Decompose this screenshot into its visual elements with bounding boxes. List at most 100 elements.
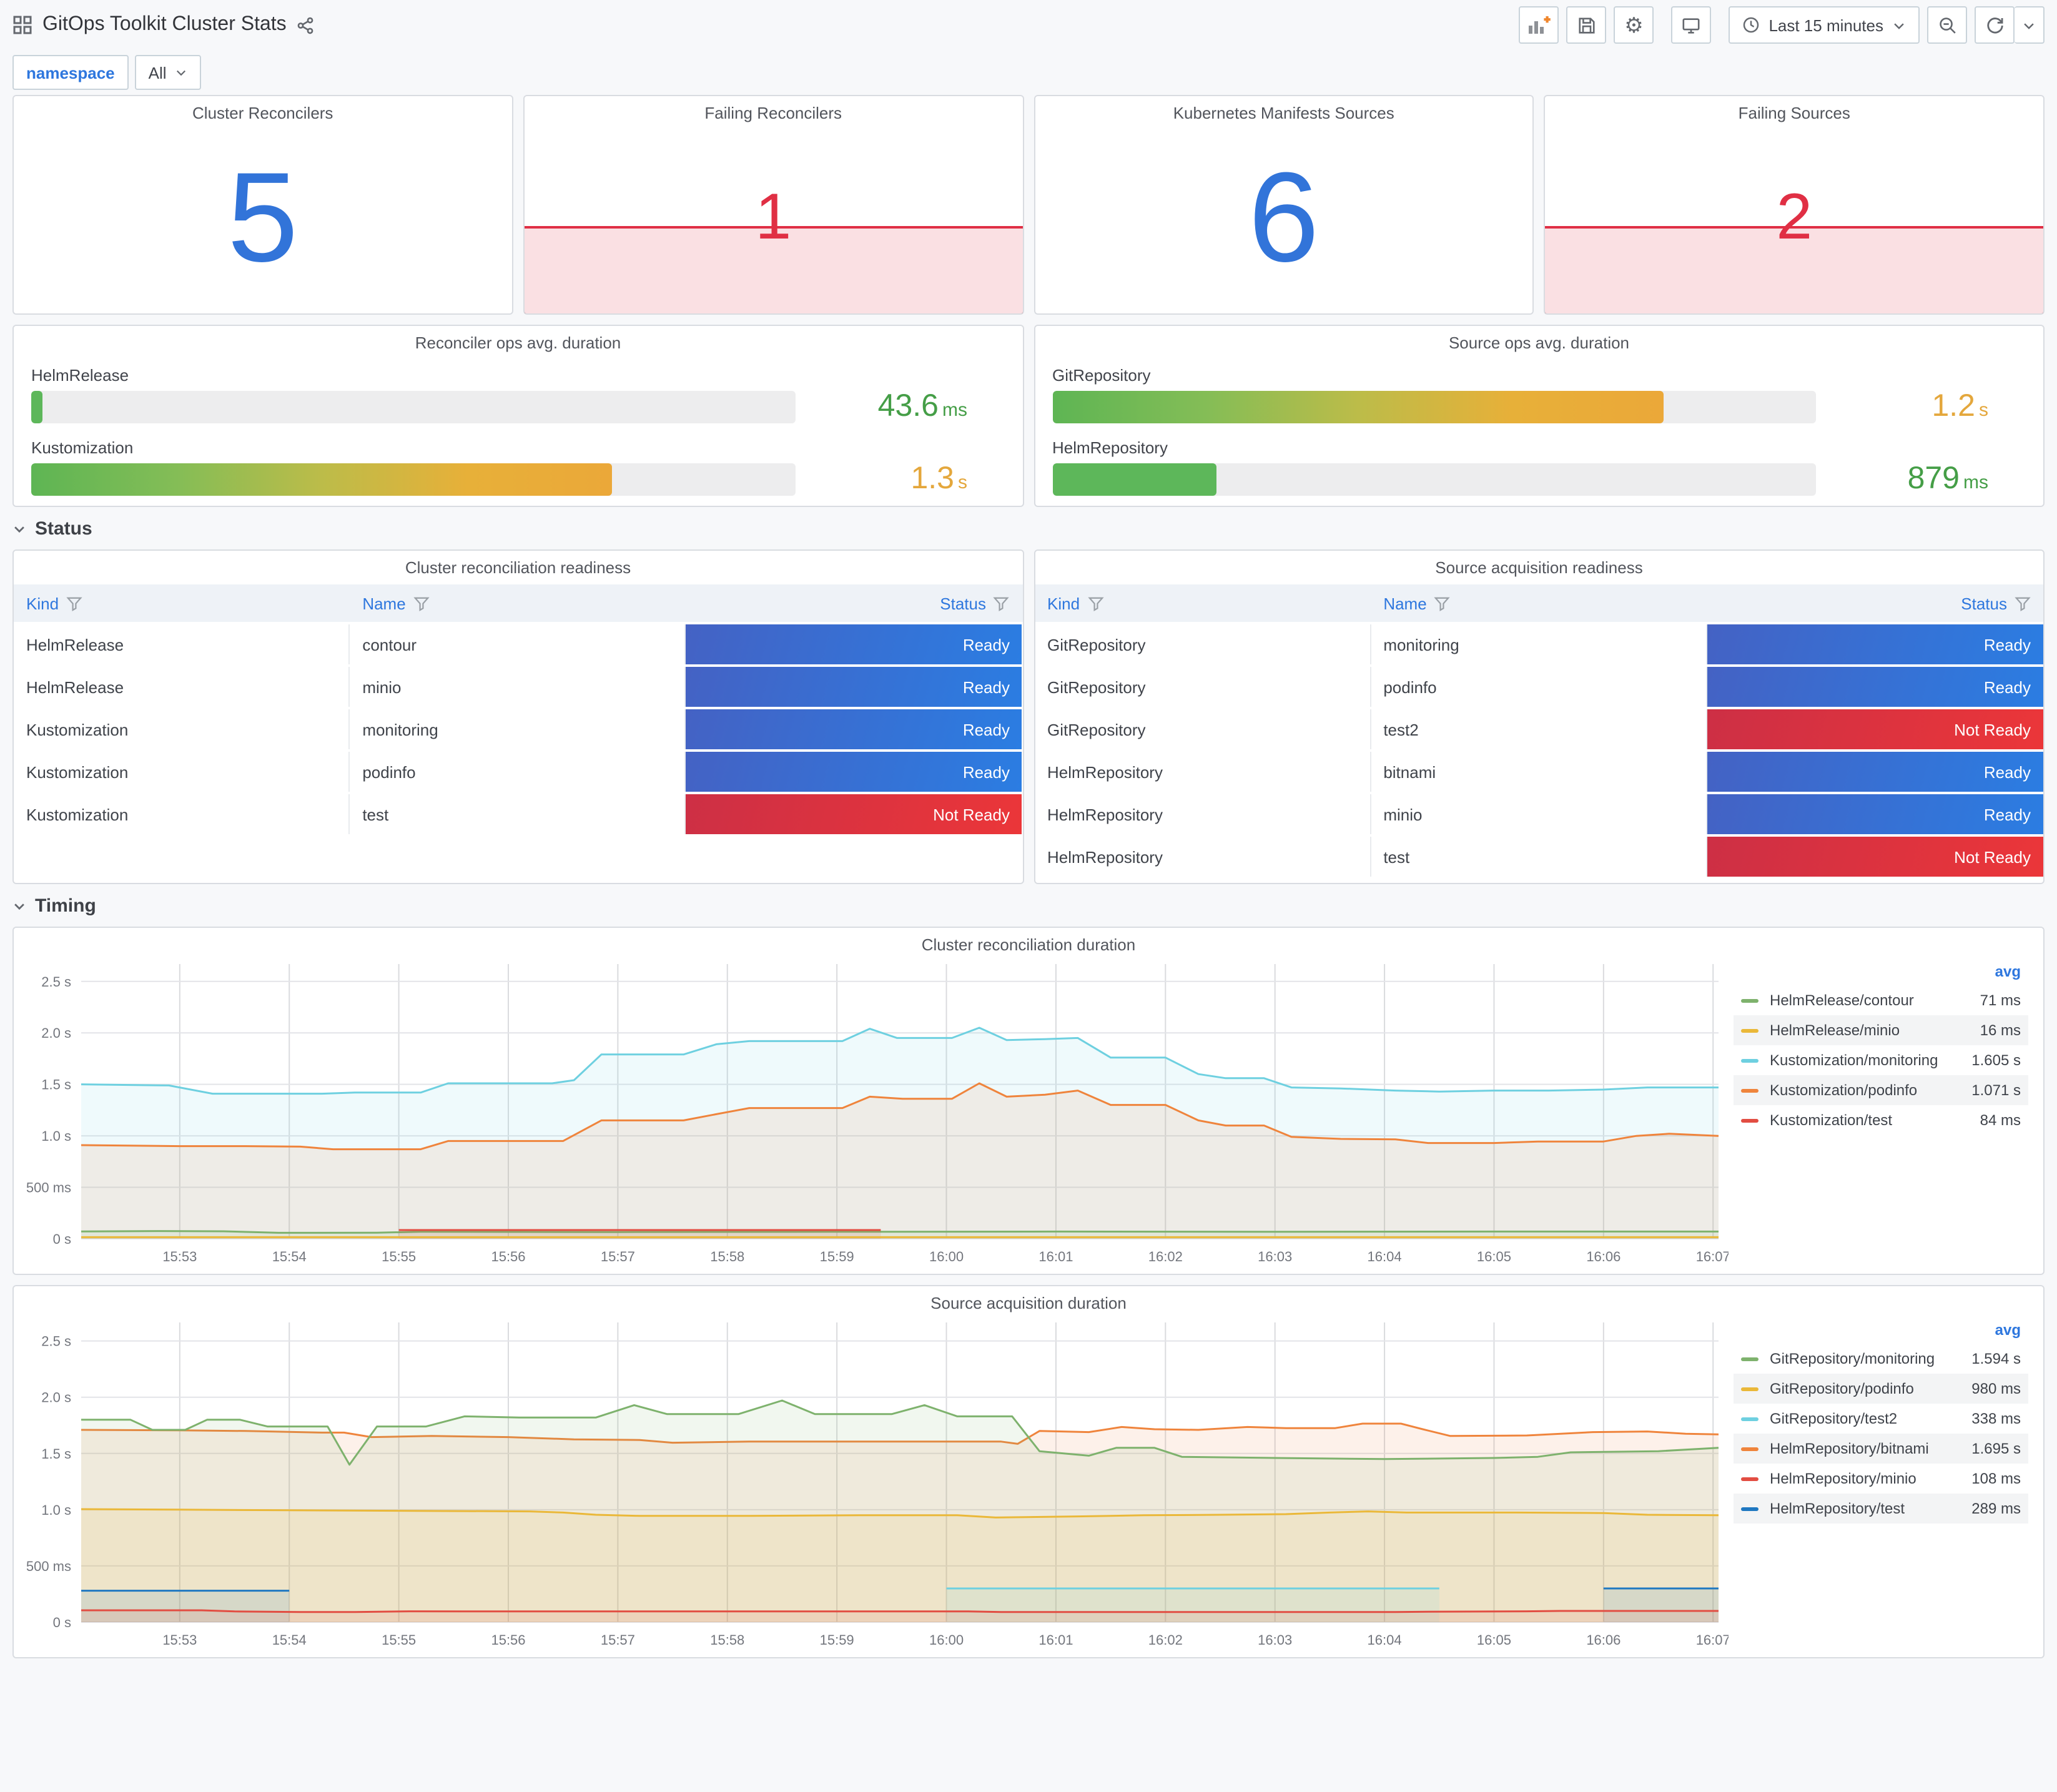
panel-title[interactable]: Source acquisition readiness [1035,551,2043,577]
legend-item[interactable]: GitRepository/monitoring 1.594 s [1734,1344,2028,1374]
legend-series-avg: 289 ms [1971,1500,2021,1517]
filter-funnel-icon[interactable] [2015,595,2031,611]
panel-reconciler-ops-avg-duration: Reconciler ops avg. duration HelmRelease… [12,325,1024,507]
legend-item[interactable]: HelmRepository/test 289 ms [1734,1494,2028,1524]
gauge-track [31,463,795,495]
time-series-plot[interactable]: 15:53 15:54 15:55 15:56 15:57 15:58 15:59 16:00… [19,957,1729,1269]
table-row: HelmRepository test Not Ready [1035,837,2043,877]
panel-title[interactable]: Kubernetes Manifests Sources [1035,96,1533,122]
gauge-rows: GitRepository 1.2 s HelmRepository 879 ms [1052,366,2026,497]
page-title[interactable]: GitOps Toolkit Cluster Stats [42,14,287,36]
dashboard-settings-button[interactable]: ⚙ [1614,6,1654,44]
apps-grid-icon[interactable] [12,15,32,35]
table-row: HelmRepository minio Ready [1035,794,2043,834]
zoom-out-button[interactable] [1927,6,1967,44]
gauge-value: 43.6 ms [877,388,967,423]
panel-title[interactable]: Source acquisition duration [14,1286,2043,1312]
section-timing[interactable]: Timing [12,884,2045,927]
panel-failing-sources: Failing Sources 2 [1544,95,2045,315]
legend-series-swatch [1741,1118,1759,1122]
stat-value: 2 [1776,181,1813,254]
legend-series-name[interactable]: GitRepository/monitoring [1770,1350,1971,1367]
svg-text:16:01: 16:01 [1038,1632,1073,1648]
svg-text:15:57: 15:57 [601,1249,635,1264]
filter-funnel-icon[interactable] [413,595,430,611]
filter-funnel-icon[interactable] [994,595,1010,611]
panel-cluster-reconciliation-readiness: Cluster reconciliation readiness Kind Nam… [12,549,1024,884]
chevron-down-icon [12,521,26,535]
add-panel-button[interactable] [1519,6,1559,44]
legend-series-avg: 1.695 s [1971,1440,2021,1457]
column-header-name[interactable]: Name [350,584,686,622]
panel-title[interactable]: Cluster reconciliation readiness [14,551,1022,577]
search-minus-icon [1938,16,1956,34]
cell-kind: GitRepository [1035,667,1371,707]
legend-item[interactable]: Kustomization/test 84 ms [1734,1105,2028,1135]
legend-series-name[interactable]: HelmRepository/minio [1770,1470,1971,1487]
cell-name: podinfo [350,752,686,792]
column-header-name[interactable]: Name [1371,584,1707,622]
refresh-button[interactable] [1975,6,2015,44]
legend-item[interactable]: GitRepository/test2 338 ms [1734,1404,2028,1434]
time-range-picker[interactable]: Last 15 minutes [1729,6,1920,44]
status-badge: Ready [686,667,1022,707]
svg-text:0 s: 0 s [53,1231,71,1247]
legend-series-name[interactable]: GitRepository/podinfo [1770,1380,1971,1397]
panel-title[interactable]: Cluster reconciliation duration [14,928,2043,954]
table-body: HelmRelease contour Ready HelmRelease minio R… [14,624,1022,834]
chart-canvas: 15:53 15:54 15:55 15:56 15:57 15:58 15:59 16:00… [26,1322,1729,1648]
legend-item[interactable]: HelmRepository/minio 108 ms [1734,1464,2028,1494]
panel-title[interactable]: Failing Sources [1546,96,2044,122]
legend-item[interactable]: HelmRelease/minio 16 ms [1734,1015,2028,1045]
legend-item[interactable]: HelmRelease/contour 71 ms [1734,985,2028,1015]
share-icon[interactable] [297,16,315,34]
column-header-status[interactable]: Status [686,584,1022,622]
panel-title[interactable]: Cluster Reconcilers [14,96,512,122]
stats-row: Cluster Reconcilers 5 Failing Reconciler… [12,95,2045,315]
clock-icon [1742,16,1760,34]
legend-series-name[interactable]: HelmRelease/contour [1770,992,1980,1009]
legend-item[interactable]: GitRepository/podinfo 980 ms [1734,1374,2028,1404]
legend-series-name[interactable]: HelmRepository/test [1770,1500,1971,1517]
tv-mode-button[interactable] [1671,6,1712,44]
time-series-plot[interactable]: 15:53 15:54 15:55 15:56 15:57 15:58 15:59 16:00… [19,1315,1729,1652]
legend-series-name[interactable]: HelmRepository/bitnami [1770,1440,1971,1457]
variable-namespace-value[interactable]: All [134,55,202,90]
variable-namespace-label[interactable]: namespace [12,55,129,90]
filter-funnel-icon[interactable] [1434,595,1451,611]
legend-item[interactable]: Kustomization/monitoring 1.605 s [1734,1045,2028,1075]
svg-text:1.5 s: 1.5 s [41,1446,71,1462]
tables-row: Cluster reconciliation readiness Kind Nam… [12,549,2045,884]
save-dashboard-button[interactable] [1566,6,1607,44]
refresh-interval-dropdown[interactable] [2015,6,2045,44]
legend-avg-header[interactable]: avg [1734,1317,2028,1344]
svg-text:15:57: 15:57 [601,1632,635,1648]
legend-series-name[interactable]: GitRepository/test2 [1770,1410,1971,1427]
filter-funnel-icon[interactable] [1087,595,1103,611]
legend-series-name[interactable]: Kustomization/test [1770,1111,1980,1129]
legend-series-name[interactable]: Kustomization/monitoring [1770,1051,1971,1069]
table-row: GitRepository podinfo Ready [1035,667,2043,707]
panel-title[interactable]: Failing Reconcilers [525,96,1023,122]
filter-funnel-icon[interactable] [66,595,82,611]
cell-name: monitoring [350,709,686,749]
legend-item[interactable]: HelmRepository/bitnami 1.695 s [1734,1434,2028,1464]
gauge-bar-row: 879 ms [1052,461,2026,497]
svg-text:15:56: 15:56 [491,1249,525,1264]
legend-series-name[interactable]: HelmRelease/minio [1770,1022,1980,1039]
table-row: HelmRepository bitnami Ready [1035,752,2043,792]
svg-text:16:01: 16:01 [1038,1249,1073,1264]
column-header-kind[interactable]: Kind [14,584,350,622]
panel-title[interactable]: Reconciler ops avg. duration [31,326,1005,352]
legend-avg-header[interactable]: avg [1734,959,2028,985]
column-header-status[interactable]: Status [1707,584,2043,622]
gauge-fill [1052,390,1664,423]
status-badge: Ready [686,624,1022,664]
panel-title[interactable]: Source ops avg. duration [1052,326,2026,352]
legend-series-name[interactable]: Kustomization/podinfo [1770,1081,1971,1099]
svg-text:16:00: 16:00 [929,1249,964,1264]
legend-series-avg: 1.594 s [1971,1350,2021,1367]
legend-item[interactable]: Kustomization/podinfo 1.071 s [1734,1075,2028,1105]
section-status[interactable]: Status [12,507,2045,549]
column-header-kind[interactable]: Kind [1035,584,1371,622]
